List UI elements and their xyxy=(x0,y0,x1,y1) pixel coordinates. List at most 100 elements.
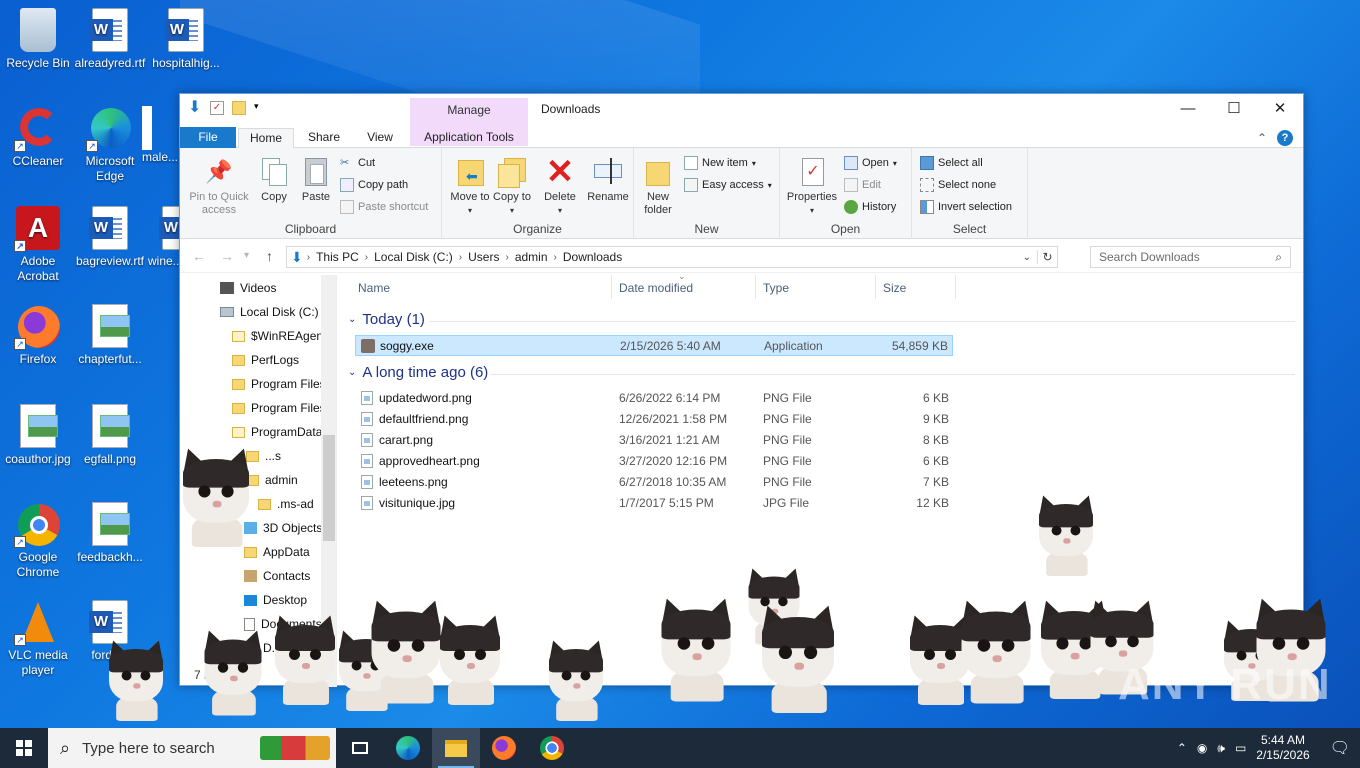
nav-item-appdata[interactable]: AppData xyxy=(244,545,310,559)
move-to-button[interactable]: ⬅ Move to ▾ xyxy=(450,156,490,217)
address-bar[interactable]: ⬇ › This PC › Local Disk (C:) › Users › … xyxy=(286,246,1058,268)
file-row[interactable]: visitunique.jpg 1/7/2017 5:15 PM JPG Fil… xyxy=(355,493,953,514)
nav-item-videos[interactable]: Videos xyxy=(220,281,276,295)
taskbar-file-explorer-button[interactable] xyxy=(432,728,480,768)
desktop-icon-ccleaner[interactable]: ↗ CCleaner xyxy=(0,106,76,169)
column-divider[interactable] xyxy=(755,275,756,299)
nav-item-winreagent[interactable]: $WinREAgent xyxy=(232,329,326,343)
breadcrumb-local-disk[interactable]: Local Disk (C:) xyxy=(368,250,459,264)
copy-button[interactable]: Copy xyxy=(256,156,292,204)
nav-item-program-files-x86[interactable]: Program Files xyxy=(232,401,326,415)
start-button[interactable] xyxy=(0,728,48,768)
properties-button[interactable]: ✓ Properties ▾ xyxy=(782,156,842,217)
edit-button[interactable]: Edit xyxy=(844,176,881,194)
desktop-icon-coauthor[interactable]: coauthor.jpg xyxy=(0,404,76,467)
select-all-button[interactable]: Select all xyxy=(920,154,983,172)
title-bar[interactable]: ⬇ ✓ ▾ Manage Downloads — ☐ ✕ xyxy=(180,94,1303,124)
column-divider[interactable] xyxy=(611,275,612,299)
desktop-icon-alreadyred[interactable]: alreadyred.rtf xyxy=(72,8,148,71)
column-divider[interactable] xyxy=(955,275,956,299)
clock[interactable]: 5:44 AM 2/15/2026 xyxy=(1256,733,1309,763)
desktop-icon-male[interactable]: male... xyxy=(142,106,182,165)
rename-button[interactable]: Rename xyxy=(586,156,630,204)
tab-home[interactable]: Home xyxy=(238,128,294,150)
new-item-button[interactable]: New item ▾ xyxy=(684,154,756,172)
tab-application-tools[interactable]: Application Tools xyxy=(410,128,528,149)
easy-access-button[interactable]: Easy access ▾ xyxy=(684,176,772,194)
meet-now-icon[interactable]: ◉ xyxy=(1197,741,1207,755)
tab-file[interactable]: File xyxy=(180,127,236,148)
maximize-button[interactable]: ☐ xyxy=(1211,94,1257,124)
nav-item-programdata[interactable]: ProgramData xyxy=(232,425,322,439)
group-header-today[interactable]: ⌄ Today (1) xyxy=(348,311,425,328)
desktop-icon-chapterfut[interactable]: chapterfut... xyxy=(72,304,148,367)
open-button[interactable]: Open ▾ xyxy=(844,154,897,172)
desktop-icon-acrobat[interactable]: A ↗ Adobe Acrobat xyxy=(0,206,76,284)
nav-item-program-files[interactable]: Program Files xyxy=(232,377,326,391)
desktop-icon-hospitalhig[interactable]: hospitalhig... xyxy=(148,8,224,71)
refresh-icon[interactable]: ↻ xyxy=(1037,250,1057,264)
nav-item-contacts[interactable]: Contacts xyxy=(244,569,310,583)
pin-quick-access-button[interactable]: 📌 Pin to Quick access xyxy=(186,156,252,217)
taskbar-chrome-button[interactable] xyxy=(528,728,576,768)
properties-check-icon[interactable]: ✓ xyxy=(210,101,224,115)
paste-shortcut-button[interactable]: Paste shortcut xyxy=(340,198,428,216)
recent-locations-icon[interactable]: ▾ xyxy=(244,250,249,261)
desktop-icon-feedbackh[interactable]: feedbackh... xyxy=(72,502,148,565)
manage-context-tab[interactable]: Manage xyxy=(410,103,528,117)
breadcrumb-downloads[interactable]: Downloads xyxy=(557,250,628,264)
help-icon[interactable]: ? xyxy=(1277,130,1293,146)
column-header-size[interactable]: Size xyxy=(883,281,906,295)
column-header-date-modified[interactable]: Date modified xyxy=(619,281,693,295)
desktop-icon-recycle-bin[interactable]: Recycle Bin xyxy=(0,8,76,71)
tab-view[interactable]: View xyxy=(352,128,408,149)
file-row[interactable]: leeteens.png 6/27/2018 10:35 AM PNG File… xyxy=(355,472,953,493)
desktop-icon-bagreview[interactable]: bagreview.rtf xyxy=(72,206,148,269)
up-arrow-icon[interactable]: ↑ xyxy=(266,248,273,264)
file-row[interactable]: defaultfriend.png 12/26/2021 1:58 PM PNG… xyxy=(355,409,953,430)
back-arrow-icon[interactable]: ← xyxy=(192,248,206,264)
forward-arrow-icon[interactable]: → xyxy=(220,248,234,264)
notifications-icon[interactable]: 🗨 xyxy=(1330,738,1350,758)
desktop-icon-firefox[interactable]: ↗ Firefox xyxy=(0,304,76,367)
column-divider[interactable] xyxy=(875,275,876,299)
collapse-ribbon-icon[interactable]: ⌃ xyxy=(1257,131,1267,145)
nav-item-perflogs[interactable]: PerfLogs xyxy=(232,353,299,367)
desktop-icon-egfall[interactable]: egfall.png xyxy=(72,404,148,467)
taskbar-edge-button[interactable] xyxy=(384,728,432,768)
group-header-long-ago[interactable]: ⌄ A long time ago (6) xyxy=(348,364,488,381)
select-none-button[interactable]: Select none xyxy=(920,176,996,194)
paste-button[interactable]: Paste xyxy=(298,156,334,204)
breadcrumb-this-pc[interactable]: This PC xyxy=(310,250,365,264)
qat-dropdown-icon[interactable]: ▾ xyxy=(254,101,262,115)
search-input[interactable]: Search Downloads ⌕ xyxy=(1090,246,1291,268)
desktop-icon-vlc[interactable]: ↗ VLC media player xyxy=(0,600,76,678)
file-row[interactable]: approvedheart.png 3/27/2020 12:16 PM PNG… xyxy=(355,451,953,472)
down-arrow-icon[interactable]: ⬇ xyxy=(188,100,202,116)
history-button[interactable]: History xyxy=(844,198,896,216)
file-row[interactable]: carart.png 3/16/2021 1:21 AM PNG File 8 … xyxy=(355,430,953,451)
tab-share[interactable]: Share xyxy=(296,128,352,149)
breadcrumb-users[interactable]: Users xyxy=(462,250,505,264)
network-icon[interactable]: ▭ xyxy=(1235,741,1246,755)
taskbar-search-box[interactable]: ⌕ Type here to search xyxy=(48,728,336,768)
new-folder-button[interactable]: New folder xyxy=(640,156,676,217)
file-row[interactable]: updatedword.png 6/26/2022 6:14 PM PNG Fi… xyxy=(355,388,953,409)
nav-item-desktop[interactable]: Desktop xyxy=(244,593,307,607)
show-hidden-icons-chevron-icon[interactable]: ⌃ xyxy=(1177,741,1187,755)
volume-icon[interactable]: 🕪 xyxy=(1217,741,1225,756)
nav-item-ms-ad[interactable]: .ms-ad xyxy=(258,497,314,511)
desktop-icon-wine[interactable]: wine... xyxy=(148,206,182,269)
task-view-button[interactable] xyxy=(336,728,384,768)
close-button[interactable]: ✕ xyxy=(1257,94,1303,124)
minimize-button[interactable]: — xyxy=(1165,94,1211,124)
delete-button[interactable]: ✕ Delete ▾ xyxy=(540,155,580,217)
column-header-name[interactable]: Name xyxy=(358,281,390,295)
copy-to-button[interactable]: Copy to ▾ xyxy=(492,156,532,217)
file-row-soggy[interactable]: soggy.exe 2/15/2026 5:40 AM Application … xyxy=(355,335,953,356)
column-header-type[interactable]: Type xyxy=(763,281,789,295)
breadcrumb-admin[interactable]: admin xyxy=(509,250,554,264)
cut-button[interactable]: ✂ Cut xyxy=(340,154,375,172)
nav-scrollbar-thumb[interactable] xyxy=(323,435,335,541)
copy-path-button[interactable]: Copy path xyxy=(340,176,408,194)
